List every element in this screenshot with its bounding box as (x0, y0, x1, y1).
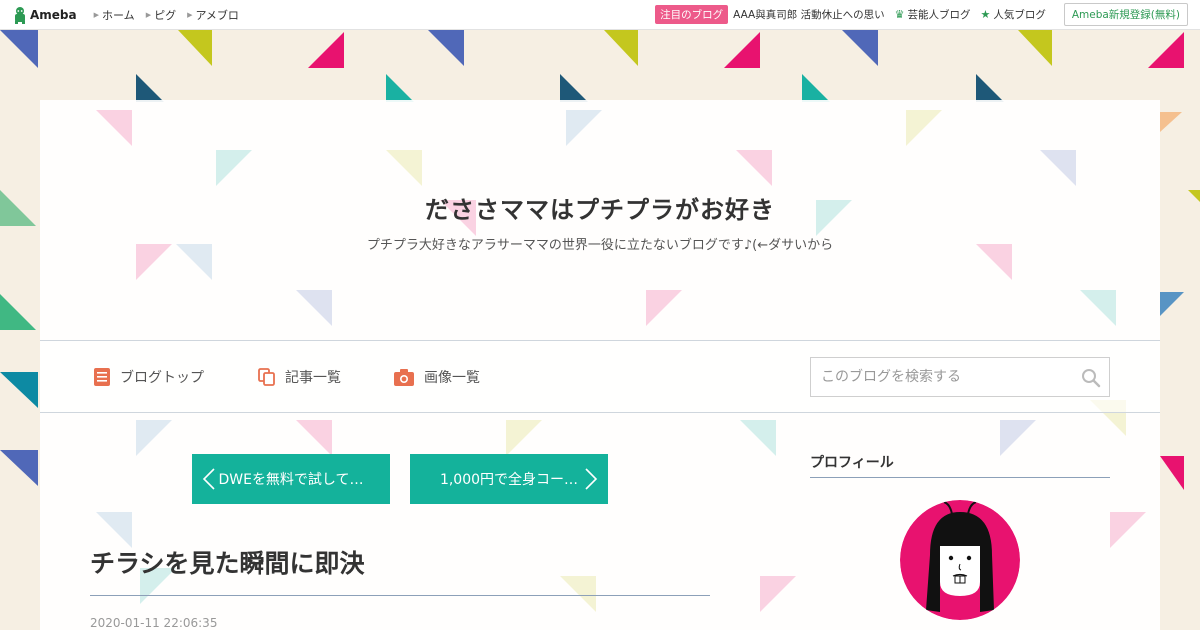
next-article-button[interactable]: 1,000円で全身コー… (410, 454, 608, 504)
triangle-right-icon: ▶ (187, 10, 193, 19)
gnav-pigg[interactable]: ▶ ピグ (146, 7, 176, 23)
triangle-right-icon: ▶ (145, 10, 152, 19)
signup-button[interactable]: Ameba新規登録(無料) (1063, 3, 1188, 26)
blog-nav: ブログトップ 記事一覧 画像一覧 (40, 340, 1160, 413)
gnav-home-label: ホーム (102, 8, 135, 22)
nav-image-list-label: 画像一覧 (424, 370, 480, 386)
search-icon[interactable] (1081, 368, 1101, 388)
ameba-logo-icon (15, 6, 25, 24)
profile-heading-divider (810, 477, 1110, 478)
blog-header: だささママはプチプラがお好き プチプラ大好きなアラサーママの世界一役に立たないブ… (40, 100, 1160, 340)
nav-article-list-label: 記事一覧 (285, 370, 341, 386)
global-header: Ameba ▶ ホーム ▶ ピグ ▶ アメブロ 注目のブログ AAA與真司郎 活… (0, 0, 1200, 30)
search-input[interactable] (821, 359, 1081, 395)
triangle-right-icon: ▶ (93, 10, 100, 19)
article-title[interactable]: チラシを見た瞬間に即決 (90, 544, 710, 580)
prev-article-button[interactable]: DWEを無料で試して… (192, 454, 390, 504)
document-icon (94, 368, 110, 386)
copy-icon (258, 368, 275, 386)
attention-badge: 注目のブログ (655, 5, 729, 24)
popular-blog-label: 人気ブログ (993, 9, 1046, 21)
gnav-home[interactable]: ▶ ホーム (94, 7, 135, 23)
celebrity-blog-label: 芸能人ブログ (907, 9, 971, 21)
popular-blog-link[interactable]: ★ 人気ブログ (980, 7, 1045, 22)
blog-panel: だささママはプチプラがお好き プチプラ大好きなアラサーママの世界一役に立たないブ… (40, 100, 1160, 630)
nav-image-list[interactable]: 画像一覧 (394, 367, 480, 387)
global-nav: ▶ ホーム ▶ ピグ ▶ アメブロ (89, 7, 245, 23)
gnav-ameblo-label: アメブロ (195, 8, 239, 22)
nav-blog-top-label: ブログトップ (120, 370, 204, 386)
next-article-label: 1,000円で全身コー… (439, 472, 579, 488)
chevron-left-icon (202, 468, 215, 490)
prev-article-label: DWEを無料で試して… (218, 472, 364, 488)
gnav-pigg-label: ピグ (154, 8, 177, 22)
topbar-right: 注目のブログ AAA與真司郎 活動休止への思い ♛ 芸能人ブログ ★ 人気ブログ… (655, 3, 1188, 26)
avatar-illustration (900, 500, 1020, 620)
blog-description: プチプラ大好きなアラサーママの世界一役に立たないブログです♪(←ダサいから (366, 238, 834, 253)
profile-heading: プロフィール (810, 455, 894, 471)
gnav-ameblo[interactable]: ▶ アメブロ (187, 7, 239, 23)
crown-icon: ♛ (894, 8, 905, 21)
logo-text: Ameba (30, 7, 77, 22)
avatar[interactable] (900, 500, 1020, 620)
blog-title[interactable]: だささママはプチプラがお好き (40, 190, 1160, 225)
attention-link[interactable]: AAA與真司郎 活動休止への思い (733, 7, 884, 22)
chevron-right-icon (585, 468, 598, 490)
celebrity-blog-link[interactable]: ♛ 芸能人ブログ (895, 7, 971, 22)
ameba-logo[interactable]: Ameba (12, 6, 77, 24)
nav-blog-top[interactable]: ブログトップ (94, 367, 204, 387)
article-date: 2020-01-11 22:06:35 (90, 616, 218, 630)
camera-icon (394, 368, 414, 386)
nav-article-list[interactable]: 記事一覧 (258, 367, 341, 387)
article-title-divider (90, 595, 710, 596)
star-icon: ★ (980, 8, 991, 21)
blog-search (810, 357, 1110, 397)
